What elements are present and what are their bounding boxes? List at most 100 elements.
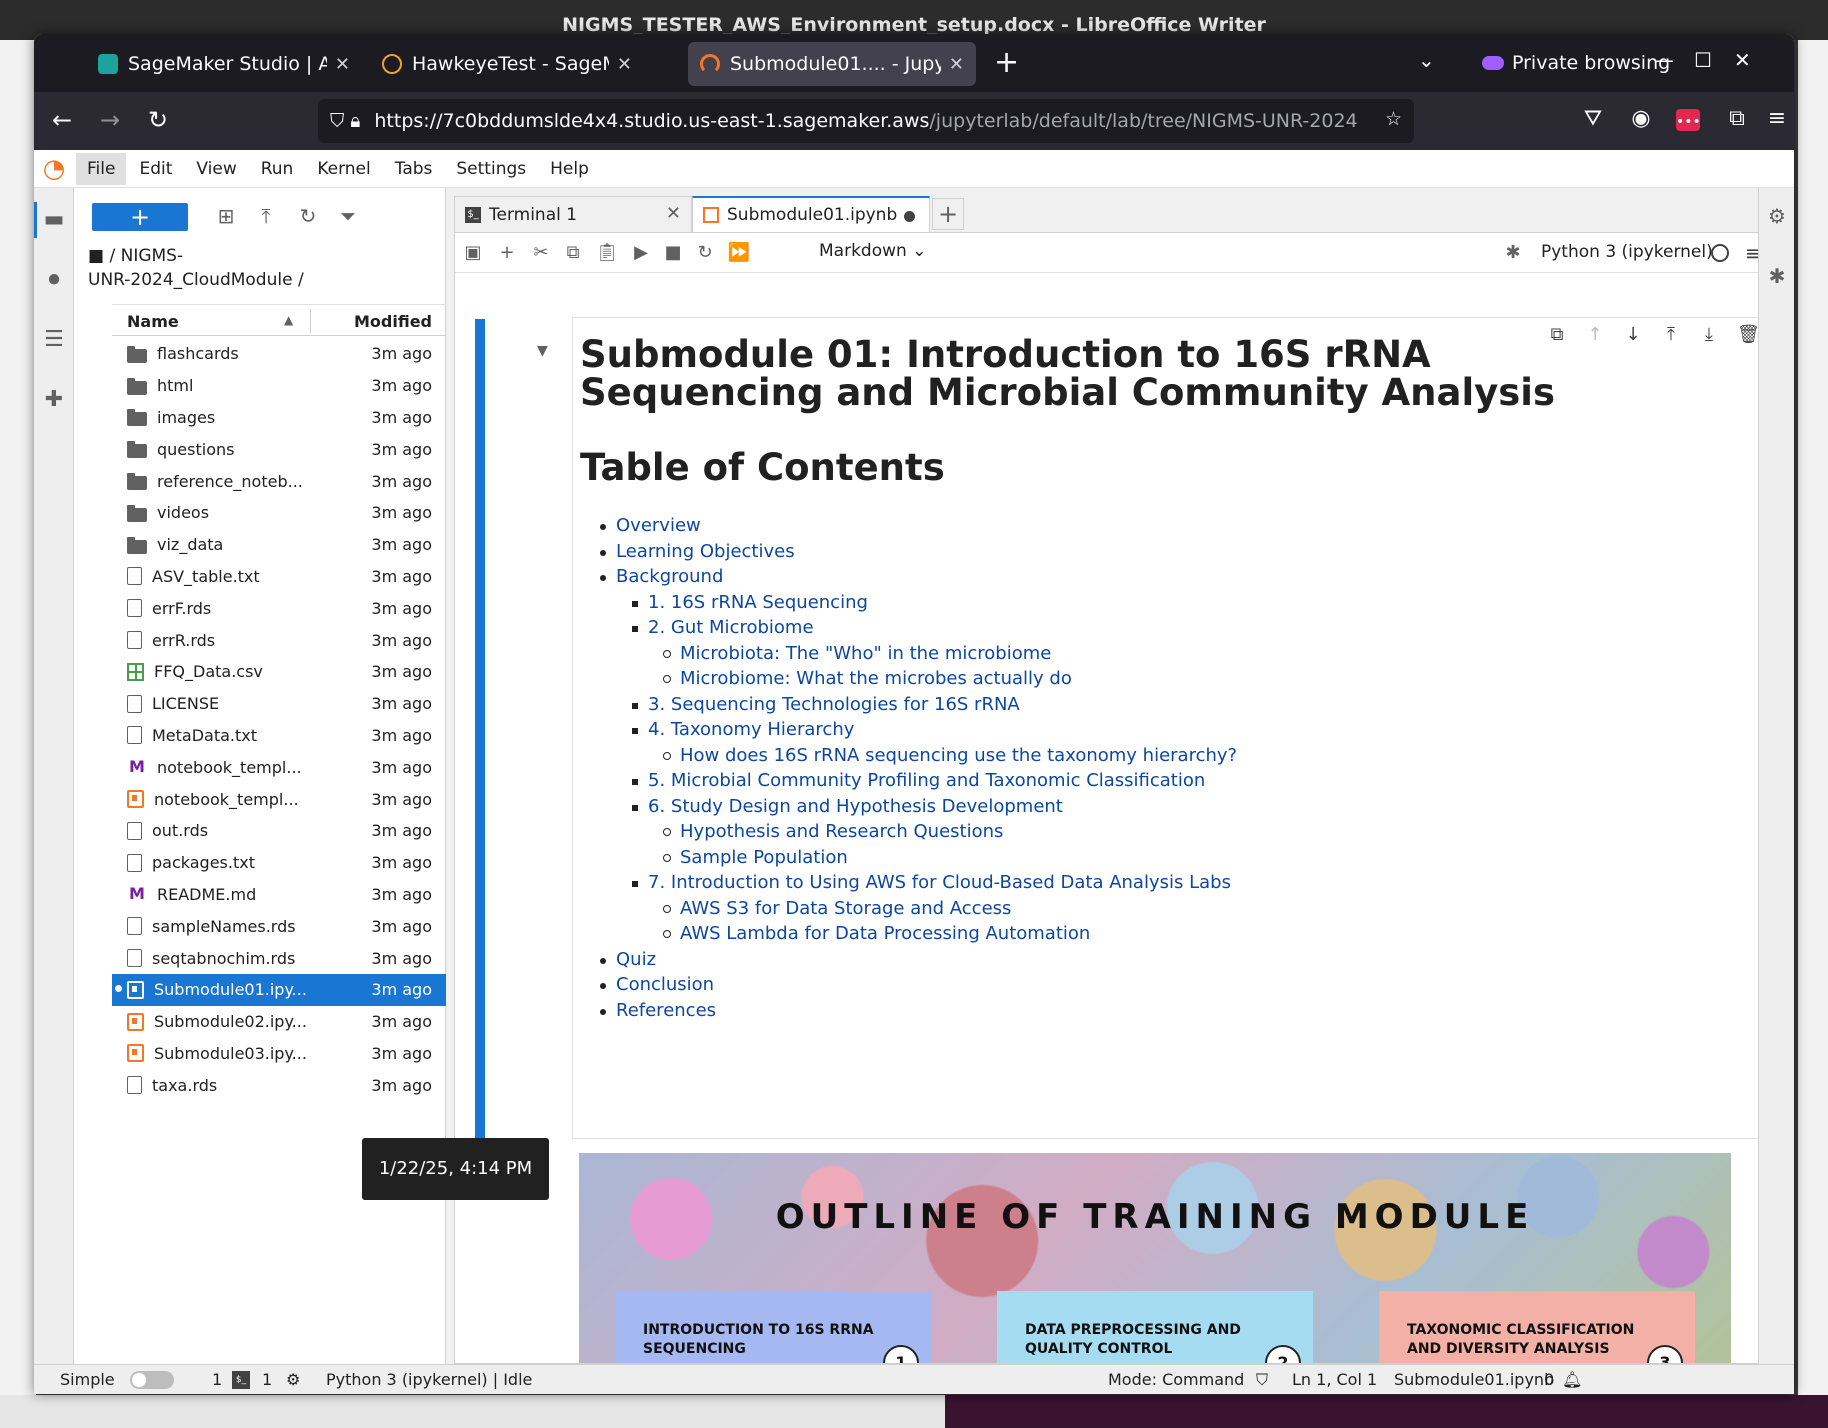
- file-row[interactable]: flashcards 3m ago: [112, 338, 446, 370]
- cut-icon[interactable]: ✂: [529, 241, 553, 265]
- running-stop-icon[interactable]: ⏺: [42, 268, 66, 292]
- reload-icon[interactable]: ↻: [148, 106, 168, 134]
- column-name-header[interactable]: Name: [127, 312, 179, 331]
- toc-link[interactable]: Overview: [616, 513, 701, 539]
- breadcrumb-part[interactable]: / NIGMS-: [109, 246, 183, 266]
- toc-link[interactable]: 2. Gut Microbiome: [648, 615, 814, 641]
- extension-password-icon[interactable]: •••: [1676, 109, 1701, 131]
- menu-kernel[interactable]: Kernel: [306, 153, 381, 185]
- browser-tab-sagemaker-studio[interactable]: SageMaker Studio | Amaz ✕: [86, 42, 362, 86]
- list-all-tabs-chevron-icon[interactable]: ⌄: [1418, 48, 1435, 72]
- toc-link[interactable]: Conclusion: [616, 972, 714, 998]
- add-tab-button[interactable]: +: [932, 198, 964, 230]
- menu-help[interactable]: Help: [539, 153, 600, 185]
- file-row[interactable]: Submodule02.ipy... 3m ago: [112, 1006, 446, 1038]
- file-row[interactable]: videos 3m ago: [112, 497, 446, 529]
- close-icon[interactable]: ✕: [335, 54, 350, 75]
- toc-link[interactable]: References: [616, 998, 716, 1024]
- menu-view[interactable]: View: [185, 153, 247, 185]
- toc-link[interactable]: 7. Introduction to Using AWS for Cloud-B…: [648, 870, 1231, 896]
- menu-run[interactable]: Run: [250, 153, 305, 185]
- toc-link[interactable]: AWS S3 for Data Storage and Access: [680, 896, 1011, 922]
- toc-link[interactable]: 1. 16S rRNA Sequencing: [648, 590, 868, 616]
- toc-link[interactable]: Background: [616, 564, 723, 590]
- file-row[interactable]: images 3m ago: [112, 402, 446, 434]
- breadcrumb-line-1[interactable]: ■ / NIGMS-: [88, 244, 428, 268]
- cell-type-select[interactable]: Markdown ⌄: [819, 241, 926, 261]
- property-inspector-gears-icon[interactable]: ⚙: [1765, 204, 1789, 228]
- bell-icon[interactable]: 🔔︎: [1562, 1370, 1582, 1389]
- file-row[interactable]: notebook_templ... 3m ago: [112, 783, 446, 815]
- stop-icon[interactable]: ■: [661, 241, 685, 265]
- toc-link[interactable]: How does 16S rRNA sequencing use the tax…: [680, 743, 1237, 769]
- terminal-count[interactable]: 1: [262, 1370, 272, 1389]
- close-icon[interactable]: ✕: [949, 54, 964, 75]
- collapse-caret-icon[interactable]: ▼: [537, 343, 548, 359]
- toc-link[interactable]: AWS Lambda for Data Processing Automatio…: [680, 921, 1090, 947]
- trusted-shield-icon[interactable]: ⛉: [1256, 1370, 1268, 1390]
- notification-count[interactable]: 0: [1544, 1370, 1554, 1389]
- file-row[interactable]: M README.md 3m ago: [112, 879, 446, 911]
- restart-icon[interactable]: ↻: [693, 241, 717, 265]
- notebook-content[interactable]: ▼ ⧉ ↑ ↓ ⤒ ⤓ 🗑︎ Submodule 01: Introductio…: [455, 273, 1785, 1363]
- kernel-status[interactable]: Python 3 (ipykernel) | Idle: [326, 1370, 532, 1389]
- file-row[interactable]: LICENSE 3m ago: [112, 688, 446, 720]
- breadcrumb[interactable]: ■ / NIGMS- UNR-2024_CloudModule /: [88, 244, 428, 292]
- new-launcher-button[interactable]: +: [92, 203, 188, 231]
- browser-tab-hawkeyetest[interactable]: HawkeyeTest - SageMake ✕: [370, 42, 644, 86]
- delete-cell-icon[interactable]: 🗑︎: [1737, 324, 1760, 345]
- file-row[interactable]: Submodule03.ipy... 3m ago: [112, 1038, 446, 1070]
- account-icon[interactable]: ◉: [1628, 106, 1654, 132]
- settings-icon[interactable]: ⚙: [286, 1370, 300, 1389]
- close-icon[interactable]: ✕: [666, 203, 681, 224]
- tab-submodule01-ipynb[interactable]: Submodule01.ipynb: [692, 196, 930, 232]
- column-modified-header[interactable]: Modified: [354, 312, 432, 331]
- extension-puzzle-icon[interactable]: ✚: [42, 388, 66, 412]
- file-row[interactable]: taxa.rds 3m ago: [112, 1069, 446, 1101]
- pocket-icon[interactable]: ⛛: [1580, 106, 1606, 132]
- copy-icon[interactable]: ⧉: [561, 241, 585, 265]
- maximize-icon[interactable]: ☐: [1694, 48, 1712, 72]
- toc-link[interactable]: 5. Microbial Community Profiling and Tax…: [648, 768, 1205, 794]
- save-icon[interactable]: ▣: [461, 241, 485, 265]
- window-close-icon[interactable]: ✕: [1734, 48, 1751, 72]
- tab-terminal-1[interactable]: $_ Terminal 1 ✕: [454, 196, 692, 232]
- cursor-position[interactable]: Ln 1, Col 1: [1292, 1370, 1377, 1389]
- back-arrow-icon[interactable]: ←: [52, 106, 72, 134]
- file-row[interactable]: out.rds 3m ago: [112, 815, 446, 847]
- toc-link[interactable]: 4. Taxonomy Hierarchy: [648, 717, 854, 743]
- kernel-name[interactable]: Python 3 (ipykernel): [1541, 242, 1713, 262]
- restart-run-all-icon[interactable]: ⏩: [727, 241, 751, 265]
- folder-icon[interactable]: ▬: [42, 208, 66, 232]
- filter-icon[interactable]: ⏷: [336, 204, 360, 228]
- url-bar[interactable]: ⛉ 🔒︎ https://7c0bddumslde4x4.studio.us-e…: [318, 99, 1414, 143]
- debugger-bug-icon[interactable]: ✱: [1765, 264, 1789, 288]
- active-cell-bar[interactable]: [475, 319, 485, 1139]
- toc-link[interactable]: Quiz: [616, 947, 656, 973]
- toc-link[interactable]: 6. Study Design and Hypothesis Developme…: [648, 794, 1063, 820]
- toc-link[interactable]: Hypothesis and Research Questions: [680, 819, 1003, 845]
- file-row[interactable]: errR.rds 3m ago: [112, 624, 446, 656]
- file-row[interactable]: seqtabnochim.rds 3m ago: [112, 942, 446, 974]
- file-row[interactable]: reference_noteb... 3m ago: [112, 465, 446, 497]
- unsaved-dot-icon[interactable]: [904, 211, 915, 222]
- insert-cell-icon[interactable]: +: [495, 241, 519, 265]
- file-row[interactable]: FFQ_Data.csv 3m ago: [112, 656, 446, 688]
- forward-arrow-icon[interactable]: →: [100, 106, 120, 134]
- toc-link[interactable]: Microbiome: What the microbes actually d…: [680, 666, 1072, 692]
- file-row[interactable]: sampleNames.rds 3m ago: [112, 910, 446, 942]
- menu-edit[interactable]: Edit: [128, 153, 183, 185]
- tracking-shield-icon[interactable]: ⛉: [330, 110, 344, 132]
- file-row[interactable]: html 3m ago: [112, 370, 446, 402]
- simple-mode-toggle[interactable]: [130, 1371, 174, 1389]
- file-row[interactable]: MetaData.txt 3m ago: [112, 720, 446, 752]
- file-row[interactable]: Mnotebook_templ... 3m ago: [112, 751, 446, 783]
- file-row[interactable]: Submodule01.ipy... 3m ago: [112, 973, 446, 1006]
- menu-tabs[interactable]: Tabs: [384, 153, 444, 185]
- toc-link[interactable]: Learning Objectives: [616, 539, 795, 565]
- kernel-count[interactable]: 1: [212, 1370, 222, 1389]
- markdown-cell[interactable]: ⧉ ↑ ↓ ⤒ ⤓ 🗑︎ Submodule 01: Introduction …: [572, 317, 1772, 1139]
- bookmark-star-icon[interactable]: ☆: [1385, 108, 1402, 130]
- minimize-icon[interactable]: —: [1654, 48, 1674, 72]
- extensions-puzzle-icon[interactable]: ⧉: [1724, 106, 1750, 132]
